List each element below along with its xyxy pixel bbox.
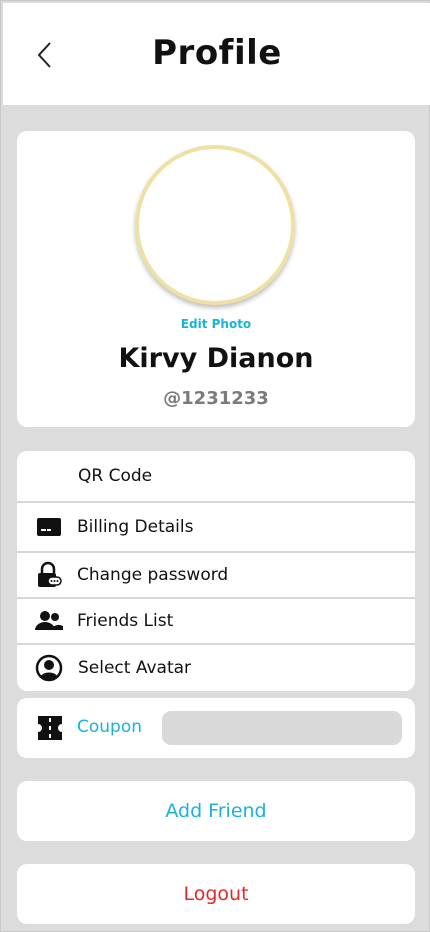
page-title: Profile <box>152 33 282 73</box>
lock-icon <box>35 561 63 589</box>
menu-item-label: Billing Details <box>77 517 194 537</box>
user-handle: @1231233 <box>163 388 269 409</box>
app-screen: Profile Edit Photo Kirvy Dianon @1231233… <box>0 0 430 932</box>
menu-item-select-avatar[interactable]: Select Avatar <box>17 645 415 691</box>
header-bar: Profile <box>3 3 430 105</box>
settings-menu: QR Code Billing Details Change password … <box>17 451 415 691</box>
coupon-input[interactable] <box>162 711 402 745</box>
logout-button[interactable]: Logout <box>17 864 415 924</box>
coupon-label: Coupon <box>77 717 143 737</box>
menu-item-label: QR Code <box>78 466 153 486</box>
menu-item-change-password[interactable]: Change password <box>17 553 415 599</box>
user-circle-icon <box>35 654 63 682</box>
menu-item-friends-list[interactable]: Friends List <box>17 599 415 645</box>
user-name: Kirvy Dianon <box>118 343 314 374</box>
add-friend-button[interactable]: Add Friend <box>17 781 415 841</box>
credit-card-icon <box>35 513 63 541</box>
menu-item-qr-code[interactable]: QR Code <box>17 451 415 503</box>
avatar[interactable] <box>135 145 295 305</box>
people-icon <box>35 607 63 635</box>
ticket-icon <box>38 716 62 740</box>
edit-photo-link[interactable]: Edit Photo <box>17 317 415 331</box>
coupon-row: Coupon <box>17 698 415 758</box>
menu-item-billing-details[interactable]: Billing Details <box>17 503 415 553</box>
menu-item-label: Friends List <box>77 611 174 631</box>
menu-item-label: Select Avatar <box>78 658 192 678</box>
menu-item-label: Change password <box>77 565 229 585</box>
profile-card: Edit Photo Kirvy Dianon @1231233 <box>17 131 415 427</box>
